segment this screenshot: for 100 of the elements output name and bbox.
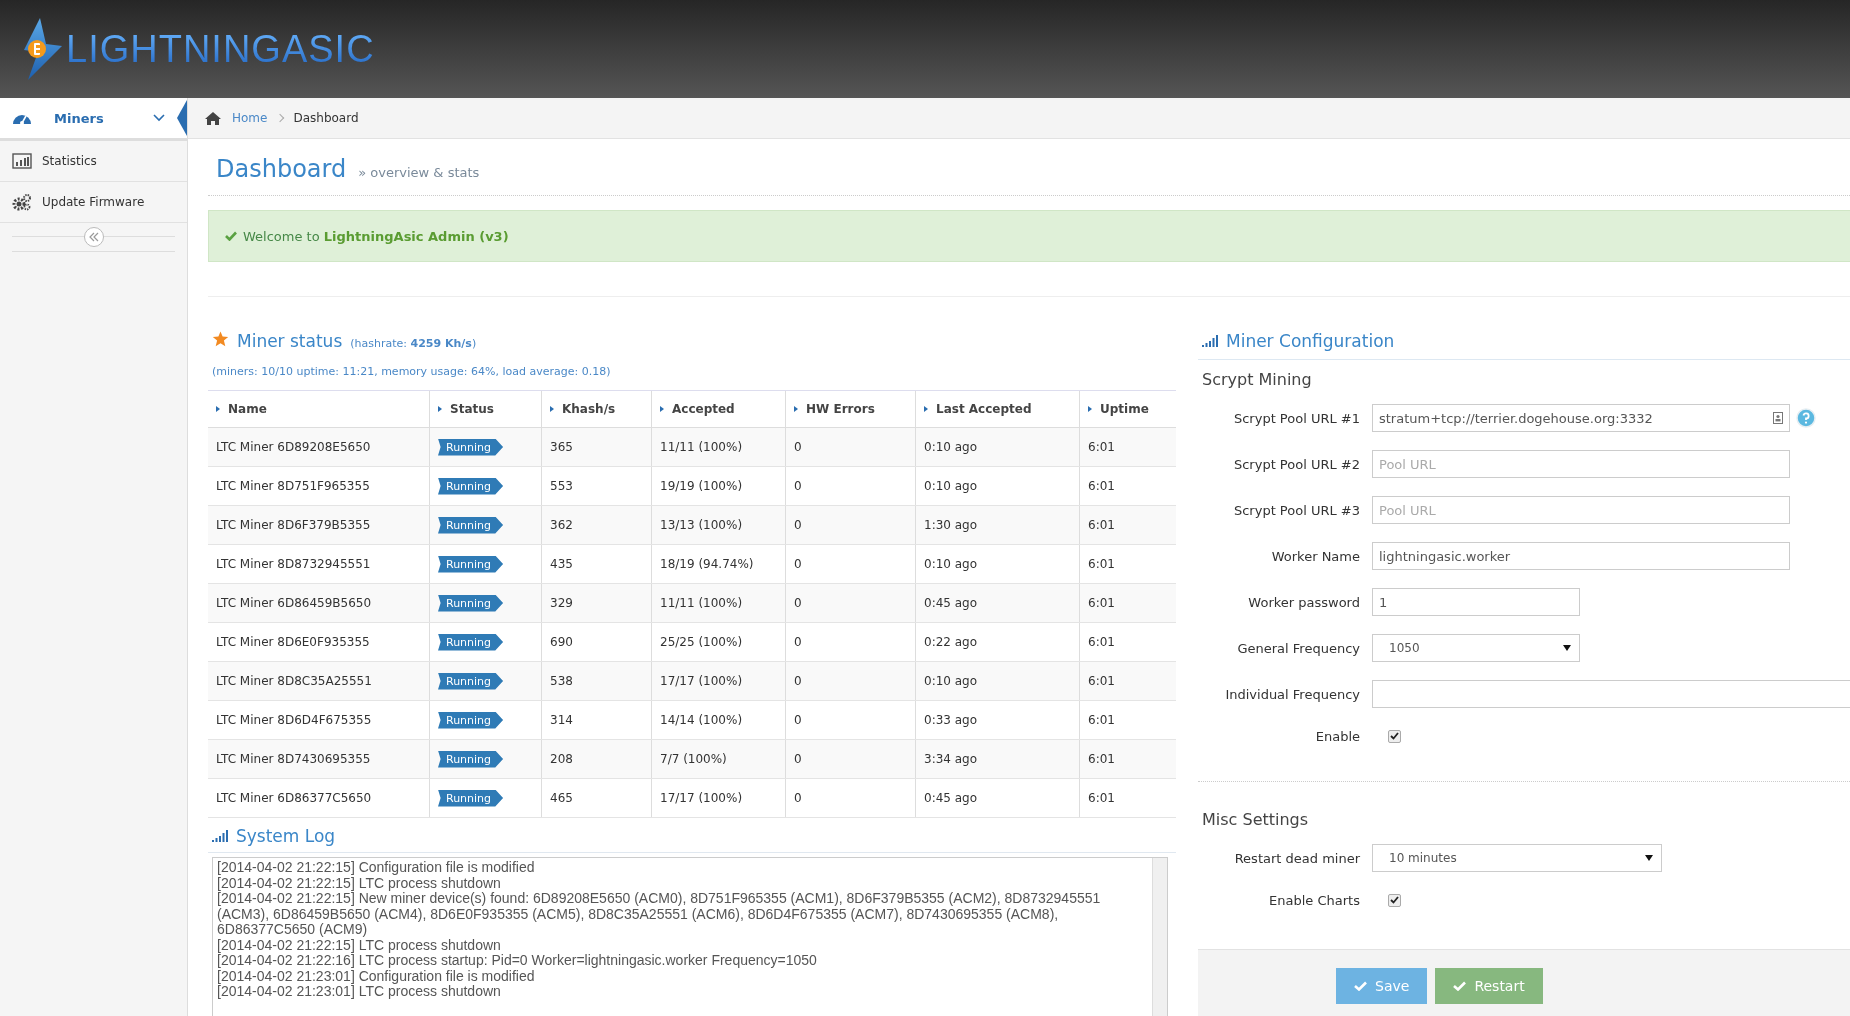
- table-cell: 17/17 (100%): [660, 791, 743, 805]
- table-cell: 6:01: [1088, 635, 1115, 649]
- status-badge: Running: [438, 633, 504, 651]
- dropdown-arrow-icon: [1645, 855, 1653, 861]
- table-cell: LTC Miner 6D86459B5650: [216, 596, 372, 610]
- table-cell: 0: [794, 557, 802, 571]
- column-header[interactable]: HW Errors: [806, 402, 875, 416]
- log-line: [2014-04-02 21:22:15] LTC process shutdown: [217, 937, 502, 953]
- log-line: [2014-04-02 21:22:15] Configuration file is modified: [217, 860, 536, 876]
- scrollbar[interactable]: [1152, 858, 1167, 1016]
- sidebar-item[interactable]: Miners: [0, 98, 187, 141]
- table-cell: 0:10 ago: [924, 557, 978, 571]
- table-cell: 6:01: [1088, 752, 1115, 766]
- table-cell: 0: [794, 635, 802, 649]
- table-cell: 0:45 ago: [924, 596, 978, 610]
- checkmark-icon: [1453, 981, 1467, 991]
- status-badge: Running: [438, 789, 504, 807]
- column-header[interactable]: Status: [450, 402, 494, 416]
- column-header[interactable]: Accepted: [672, 402, 735, 416]
- checkmark-icon: [1354, 981, 1367, 991]
- table-cell: 17/17 (100%): [660, 674, 743, 688]
- table-cell: 0:10 ago: [924, 479, 978, 493]
- table-cell: 3:34 ago: [924, 752, 978, 766]
- table-cell: 6:01: [1088, 713, 1115, 727]
- column-header[interactable]: Name: [228, 402, 267, 416]
- table-cell: 435: [550, 557, 573, 571]
- table-cell: LTC Miner 8D7430695355: [216, 752, 371, 766]
- table-cell: 14/14 (100%): [660, 713, 743, 727]
- table-cell: 6:01: [1088, 791, 1115, 805]
- status-badge: Running: [438, 555, 504, 573]
- section-title: Miner Configuration: [1226, 331, 1395, 351]
- sidebar-item[interactable]: Update Firmware: [0, 182, 187, 223]
- table-cell: 365: [550, 440, 573, 454]
- status-badge: Running: [438, 711, 504, 729]
- table-cell: 0: [794, 479, 802, 493]
- home-icon: [204, 110, 222, 126]
- column-header[interactable]: Uptime: [1100, 402, 1149, 416]
- dropdown[interactable]: 1050: [1372, 634, 1580, 662]
- table-cell: 6:01: [1088, 518, 1115, 532]
- table-cell: 690: [550, 635, 573, 649]
- sidebar-item[interactable]: Statistics: [0, 141, 187, 182]
- table-cell: LTC Miner 6D86377C5650: [216, 791, 372, 805]
- sort-caret-icon: [924, 406, 928, 412]
- star-icon: [212, 331, 229, 347]
- column-header[interactable]: Khash/s: [562, 402, 616, 416]
- table-cell: 0:33 ago: [924, 713, 978, 727]
- miner-summary: (miners: 10/10 uptime: 11:21, memory usage: 64%, load average: 0.18): [211, 364, 612, 380]
- table-cell: 362: [550, 518, 573, 532]
- field-label: Individual Frequency: [1224, 686, 1360, 702]
- page-subtitle: » overview & stats: [358, 165, 480, 180]
- status-badge: Running: [438, 477, 504, 495]
- chevron-down-icon: [153, 114, 165, 122]
- input-field[interactable]: stratum+tcp://terrier.dogehouse.org:3332: [1372, 404, 1790, 432]
- table-cell: 0: [794, 518, 802, 532]
- input-field[interactable]: [1372, 680, 1850, 708]
- table-cell: 538: [550, 674, 573, 688]
- table-cell: 0: [794, 713, 802, 727]
- help-button[interactable]: [1796, 408, 1816, 428]
- input-field[interactable]: lightningasic.worker: [1372, 542, 1790, 570]
- signal-bars-icon: [212, 830, 228, 842]
- log-line: [2014-04-02 21:23:01] Configuration file is modified: [217, 968, 535, 984]
- contact-card-icon: [1773, 412, 1783, 424]
- sort-caret-icon: [438, 406, 442, 412]
- table-cell: LTC Miner 8D6F379B5355: [216, 518, 371, 532]
- checkmark-icon: [225, 231, 237, 241]
- table-cell: LTC Miner 8D6E0F935355: [216, 635, 370, 649]
- log-line: [2014-04-02 21:23:01] LTC process shutdown: [217, 984, 502, 1000]
- table-cell: 6:01: [1088, 596, 1115, 610]
- table-cell: 0:22 ago: [924, 635, 978, 649]
- system-log-area[interactable]: [212, 857, 1168, 1016]
- collapse-sidebar-button[interactable]: [83, 227, 104, 247]
- input-field[interactable]: Pool URL: [1372, 450, 1790, 478]
- table-cell: 0: [794, 791, 802, 805]
- input-field[interactable]: Pool URL: [1372, 496, 1790, 524]
- field-label: Enable Charts: [1268, 892, 1360, 908]
- table-cell: LTC Miner 8D751F965355: [216, 479, 370, 493]
- table-cell: 465: [550, 791, 573, 805]
- table-cell: 0: [794, 596, 802, 610]
- status-badge: Running: [438, 516, 504, 534]
- field-label: Scrypt Pool URL #2: [1232, 456, 1360, 472]
- table-cell: LTC Miner 8D6D4F675355: [216, 713, 372, 727]
- breadcrumb-link[interactable]: Home: [232, 111, 268, 125]
- checkbox[interactable]: [1388, 729, 1401, 743]
- table-cell: 18/19 (94.74%): [660, 557, 754, 571]
- signal-bars-icon: [1202, 335, 1218, 347]
- table-cell: 1:30 ago: [924, 518, 978, 532]
- field-label: Enable: [1314, 728, 1360, 744]
- bar-chart-icon: [12, 153, 32, 169]
- table-cell: 314: [550, 713, 573, 727]
- sort-caret-icon: [550, 406, 554, 412]
- log-line: [2014-04-02 21:22:15] LTC process shutdown: [217, 875, 502, 891]
- dropdown[interactable]: 10 minutes: [1372, 844, 1662, 872]
- table-cell: 6:01: [1088, 440, 1115, 454]
- checkbox[interactable]: [1388, 893, 1401, 907]
- table-cell: 0:10 ago: [924, 674, 978, 688]
- page-title: Dashboard: [216, 155, 347, 183]
- sort-caret-icon: [1088, 406, 1092, 412]
- form-section-title: Misc Settings: [1201, 810, 1310, 829]
- input-field[interactable]: 1: [1372, 588, 1580, 616]
- log-line: [2014-04-02 21:22:15] New miner device(s) found: 6D89208E5650 (ACM0), 8D751F965355 (ACM1), 8D6F379B5355 (ACM2), 8D8732945551 (ACM3), 6D86459B5650 (ACM4), 8D6E0F935355 (ACM5), 8D8C35A25551 (ACM6), 8D6D4F675355 (ACM7), 8D7430695355 (ACM8), 6D86377C5650 (ACM9): [217, 891, 1102, 938]
